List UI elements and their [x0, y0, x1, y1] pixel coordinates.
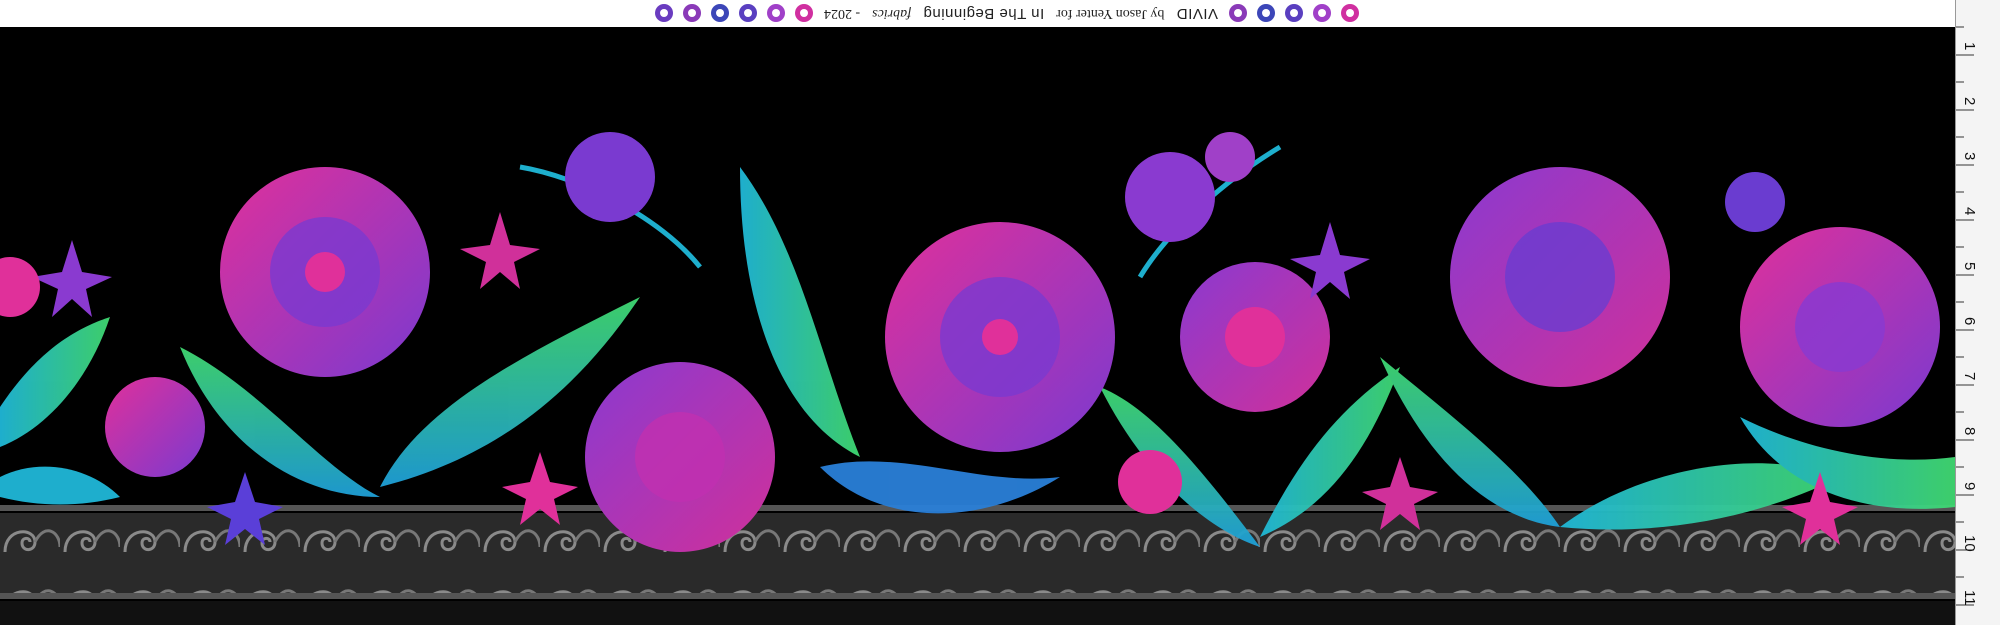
- border-stripe: [0, 593, 1955, 599]
- ruler-mark: 9: [1961, 482, 1978, 491]
- color-chip-icon: [1227, 3, 1249, 25]
- ruler-mark: 11: [1961, 590, 1978, 606]
- collection-name: VIVID: [1176, 5, 1219, 22]
- ruler-ticks: [1956, 26, 1974, 606]
- company-script: fabrics: [872, 6, 912, 22]
- color-chip-icon: [1255, 3, 1277, 25]
- color-chip-icon: [1339, 3, 1361, 25]
- ruler-mark: 3: [1961, 152, 1978, 161]
- floral-border-artwork: [0, 132, 1955, 625]
- selvage-strip: VIVID by Jason Yenter for In The Beginni…: [0, 0, 1955, 27]
- designer-credit: by Jason Yenter for: [1056, 6, 1165, 22]
- fabric-border-print: [0, 27, 1955, 625]
- ruler-mark: 5: [1961, 262, 1978, 271]
- ruler-mark: 6: [1961, 317, 1978, 326]
- ruler-mark: 8: [1961, 427, 1978, 436]
- inch-ruler: 1 2 3 4 5 6 7 8 9 10 11: [1955, 0, 2000, 625]
- color-chip-icon: [681, 3, 703, 25]
- ruler-mark: 2: [1961, 97, 1978, 106]
- company-name: In The Beginning: [923, 5, 1045, 22]
- color-chip-icon: [653, 3, 675, 25]
- color-chip-icon: [793, 3, 815, 25]
- color-chip-icon: [765, 3, 787, 25]
- color-chip-icon: [709, 3, 731, 25]
- ruler-mark: 1: [1961, 42, 1978, 51]
- ruler-mark: 10: [1961, 535, 1978, 552]
- color-chip-icon: [1311, 3, 1333, 25]
- ruler-mark: 7: [1961, 372, 1978, 381]
- copyright-year: - 2024: [824, 6, 861, 22]
- ruler-mark: 4: [1961, 207, 1978, 216]
- color-chip-icon: [737, 3, 759, 25]
- color-chip-icon: [1283, 3, 1305, 25]
- selvage-print: VIVID by Jason Yenter for In The Beginni…: [650, 2, 1364, 25]
